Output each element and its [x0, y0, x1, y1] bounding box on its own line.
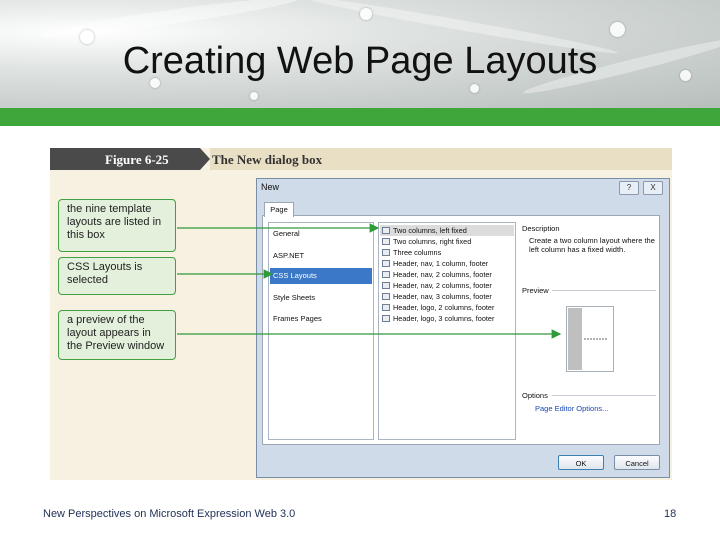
callout-arrows	[177, 223, 608, 340]
page-number: 18	[664, 508, 677, 520]
slide-footer: New Perspectives on Microsoft Expression…	[43, 508, 296, 520]
